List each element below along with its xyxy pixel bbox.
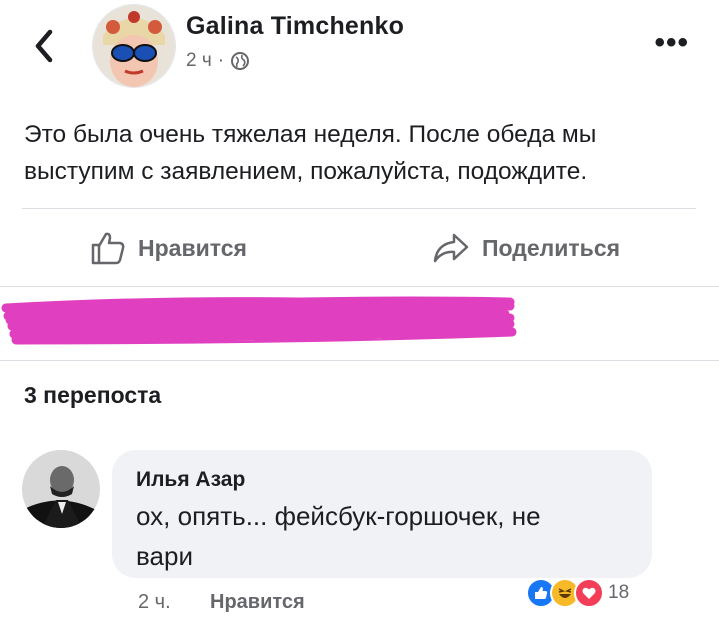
more-options-button[interactable]: ••• [654,28,689,58]
section-divider [0,360,719,361]
redaction-scribble [1,296,517,345]
globe-icon [231,52,250,70]
post-meta: 2 ч · [186,50,250,72]
comment-text: ох, опять... фейсбук-горшочек, не вари [136,496,636,576]
post-text-line: Это была очень тяжелая неделя. После обе… [24,121,597,148]
thumbs-up-icon [91,232,125,265]
comment-like-button[interactable]: Нравится [210,591,305,614]
meta-dot: · [217,50,225,71]
share-label: Поделиться [482,234,621,261]
reposts-count[interactable]: 3 перепоста [24,382,161,409]
commenter-avatar[interactable] [22,450,100,528]
post-time[interactable]: 2 ч [186,50,212,72]
post-author-name[interactable]: Galina Timchenko [186,12,404,41]
comment-text-line: ох, опять... фейсбук-горшочек, не [136,501,541,531]
divider [22,208,696,209]
back-button[interactable] [26,24,66,68]
share-button[interactable]: Поделиться [432,228,620,268]
post-text-line: выступим с заявлением, пожалуйста, подож… [24,158,588,185]
reaction-count: 18 [608,582,630,603]
comment-text-line: вари [136,541,193,571]
share-arrow-icon [433,233,469,263]
commenter-name[interactable]: Илья Азар [136,468,245,492]
author-avatar[interactable] [92,4,176,88]
like-button[interactable]: Нравится [90,228,247,268]
comment-time[interactable]: 2 ч. [138,591,171,614]
love-reaction-icon [574,578,604,608]
post-body: Это была очень тяжелая неделя. После обе… [24,116,704,190]
comment-reactions[interactable]: 18 [526,578,629,608]
chevron-left-icon [35,29,53,63]
like-label: Нравится [138,234,247,261]
